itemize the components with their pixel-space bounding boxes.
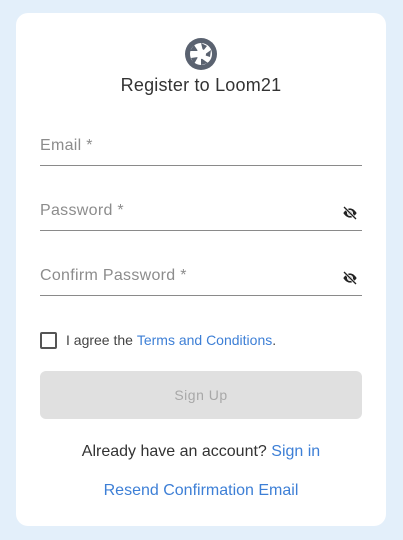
agree-prefix: I agree the bbox=[66, 332, 137, 348]
confirm-password-label: Confirm Password * bbox=[40, 267, 187, 284]
terms-link[interactable]: Terms and Conditions bbox=[137, 332, 272, 348]
already-text: Already have an account? bbox=[81, 443, 267, 460]
resend-confirmation-link[interactable]: Resend Confirmation Email bbox=[104, 482, 299, 499]
register-card: Register to Loom21 Email * Password * Co… bbox=[16, 13, 386, 526]
aperture-logo-icon bbox=[185, 38, 217, 70]
password-label: Password * bbox=[40, 202, 124, 219]
eye-slash-icon[interactable] bbox=[342, 205, 358, 221]
sign-in-link[interactable]: Sign in bbox=[271, 443, 320, 460]
resend-confirmation: Resend Confirmation Email bbox=[16, 482, 386, 500]
terms-agreement: I agree the Terms and Conditions . bbox=[40, 331, 276, 349]
email-label: Email * bbox=[40, 137, 93, 154]
eye-slash-icon[interactable] bbox=[342, 270, 358, 286]
confirm-password-field[interactable]: Confirm Password * bbox=[40, 261, 362, 296]
terms-checkbox[interactable] bbox=[40, 331, 57, 349]
page-title: Register to Loom21 bbox=[120, 75, 282, 95]
email-field[interactable]: Email * bbox=[40, 131, 362, 166]
sign-up-button[interactable]: Sign Up bbox=[40, 371, 362, 419]
already-account: Already have an account? Sign in bbox=[16, 443, 386, 461]
agree-suffix: . bbox=[272, 332, 277, 348]
password-field[interactable]: Password * bbox=[40, 196, 362, 231]
